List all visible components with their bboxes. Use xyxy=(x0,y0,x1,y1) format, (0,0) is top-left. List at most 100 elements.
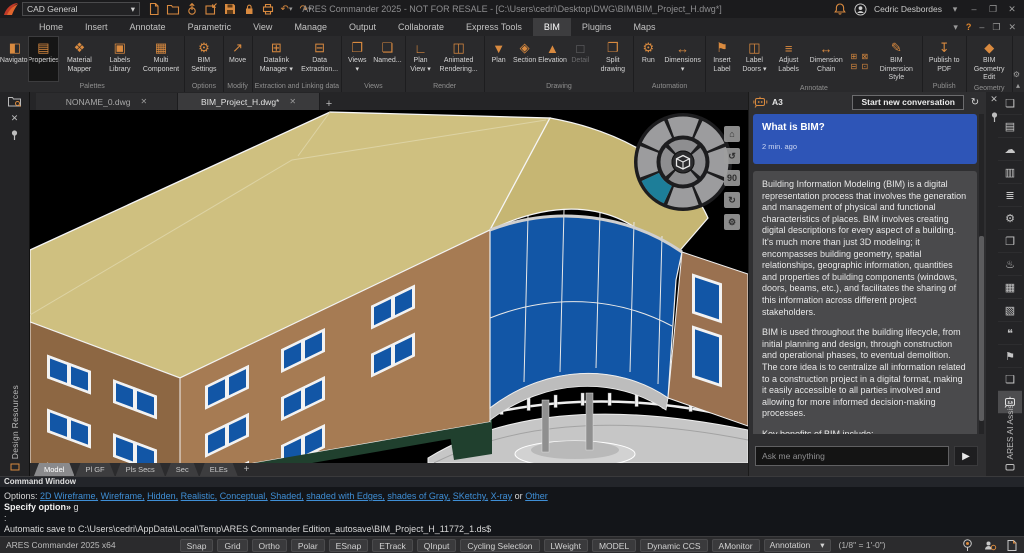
design-resources-tab[interactable]: Design Resources xyxy=(10,385,20,459)
command-window[interactable]: Command Window Options: 2D Wireframe, Wi… xyxy=(0,476,1024,545)
map-pin-icon[interactable]: ⚑ xyxy=(998,345,1022,368)
undo-button[interactable]: ↶ ▾ xyxy=(279,2,294,17)
restore-panel-button[interactable]: ❐ xyxy=(992,22,1000,33)
publish-to-pdf-button[interactable]: ↧ Publish to PDF xyxy=(924,37,965,81)
tab-output[interactable]: Output xyxy=(338,18,387,36)
save-button[interactable] xyxy=(222,2,237,17)
move-button[interactable]: ↗ Move xyxy=(225,37,251,81)
new-document-tab-button[interactable]: + xyxy=(320,98,338,110)
material-mapper-button[interactable]: ❖ Material Mapper xyxy=(58,37,101,81)
option-link[interactable]: Realistic, xyxy=(181,491,218,501)
print-button[interactable] xyxy=(260,2,275,17)
properties-palette-icon[interactable]: ▤ xyxy=(998,115,1022,138)
import-button[interactable] xyxy=(203,2,218,17)
labels-library-button[interactable]: ▣ Labels Library xyxy=(101,37,139,81)
maximize-button[interactable]: ❐ xyxy=(987,4,999,15)
new-file-button[interactable] xyxy=(146,2,161,17)
multi-component-button[interactable]: ▦ Multi Component xyxy=(139,37,184,81)
chevron-down-icon[interactable]: ▾ xyxy=(949,4,961,15)
datalink-manager-button[interactable]: ⊞ Datalink Manager ▾ xyxy=(254,37,299,81)
start-new-conversation-button[interactable]: Start new conversation xyxy=(852,94,964,110)
rotate-cw-button[interactable]: ↻ xyxy=(724,192,740,208)
command-window-title[interactable]: Command Window xyxy=(0,477,1024,487)
spring-icon[interactable]: ♨ xyxy=(998,253,1022,276)
design-resources-panel-icon[interactable] xyxy=(7,95,22,108)
ribbon-settings-gear-icon[interactable]: ⚙ xyxy=(1013,70,1020,79)
close-button[interactable]: ✕ xyxy=(1006,4,1018,15)
scrollbar-thumb[interactable] xyxy=(979,235,984,422)
option-link[interactable]: shades of Gray, xyxy=(387,491,450,501)
label-tool-icon[interactable]: ⊠ xyxy=(860,52,870,61)
materials-icon[interactable]: ▦ xyxy=(998,276,1022,299)
insert-label-button[interactable]: ⚑ Insert Label xyxy=(707,37,737,83)
close-panel-button[interactable]: ✕ xyxy=(1008,22,1016,33)
user-settings-icon[interactable] xyxy=(983,539,997,552)
report-icon[interactable]: ≣ xyxy=(998,184,1022,207)
dimension-chain-button[interactable]: ↔ Dimension Chain xyxy=(806,37,847,83)
comment-icon[interactable]: ❝ xyxy=(998,322,1022,345)
doc-tab-noname[interactable]: NONAME_0.dwg ✕ xyxy=(36,93,178,110)
views-button[interactable]: ❐ Views ▾ xyxy=(343,37,371,81)
animated-rendering-button[interactable]: ◫ Animated Rendering... xyxy=(435,37,483,81)
sheet-tab-model[interactable]: Model xyxy=(34,463,74,476)
notifications-bell-icon[interactable] xyxy=(833,2,847,16)
polar-toggle[interactable]: Polar xyxy=(290,538,325,552)
lweight-toggle[interactable]: LWeight xyxy=(543,538,588,552)
bim-geometry-edit-button[interactable]: ◆ BIM Geometry Edit xyxy=(968,37,1011,83)
option-link-other[interactable]: Other xyxy=(525,491,548,501)
user-name[interactable]: Cedric Desbordes xyxy=(874,4,942,14)
option-link[interactable]: Shaded, xyxy=(270,491,304,501)
tab-collaborate[interactable]: Collaborate xyxy=(387,18,455,36)
cycling-selection-toggle[interactable]: Cycling Selection xyxy=(460,538,540,552)
label-doors-button[interactable]: ◫ Label Doors ▾ xyxy=(737,37,772,83)
dimensions-button[interactable]: ↔ Dimensions ▾ xyxy=(661,37,704,81)
tab-manage[interactable]: Manage xyxy=(283,18,338,36)
close-icon[interactable]: ✕ xyxy=(141,97,148,106)
sheet-tab-pls-secs[interactable]: Pls Secs xyxy=(116,463,165,476)
ribbon-collapse-icon[interactable]: ▾ xyxy=(953,22,958,33)
image-icon[interactable]: ▧ xyxy=(998,299,1022,322)
workspace-selector[interactable]: CAD General ▾ xyxy=(22,2,140,16)
redo-button[interactable]: ↷ ▾ xyxy=(298,2,313,17)
tab-view[interactable]: View xyxy=(242,18,283,36)
conversation-scrollbar[interactable] xyxy=(979,114,984,434)
blank-page-icon[interactable]: ❏ xyxy=(998,368,1022,391)
page-settings-icon[interactable]: ⚙ xyxy=(998,207,1022,230)
geolocation-icon[interactable] xyxy=(961,538,974,552)
new-sheet-icon[interactable] xyxy=(1006,539,1018,552)
view-navigation-wheel[interactable] xyxy=(633,112,733,212)
close-icon[interactable]: ✕ xyxy=(11,113,19,124)
named-views-button[interactable]: ❏ Named... xyxy=(371,37,403,81)
label-tool-icon[interactable]: ⊞ xyxy=(849,52,859,61)
conversation-area[interactable]: What is BIM? 2 min. ago Building Informa… xyxy=(753,114,977,434)
amonitor-toggle[interactable]: AMonitor xyxy=(711,538,760,552)
minimize-button[interactable]: – xyxy=(968,4,980,14)
wheel-settings-button[interactable]: ⚙ xyxy=(724,214,740,230)
send-button[interactable]: ▶ xyxy=(954,446,978,466)
lock-icon[interactable] xyxy=(241,2,256,17)
qinput-toggle[interactable]: QInput xyxy=(416,538,457,552)
option-link[interactable]: Conceptual, xyxy=(220,491,268,501)
tab-insert[interactable]: Insert xyxy=(74,18,119,36)
plan-view-button[interactable]: ∟ Plan View ▾ xyxy=(407,37,435,81)
sheet-tab-pl-gf[interactable]: Pl GF xyxy=(75,463,114,476)
tab-home[interactable]: Home xyxy=(28,18,74,36)
properties-button[interactable]: ▤ Properties xyxy=(27,36,59,82)
close-icon[interactable]: ✕ xyxy=(289,97,296,106)
add-sheet-button[interactable]: + xyxy=(239,463,255,476)
pin-icon[interactable] xyxy=(9,129,20,141)
elevation-button[interactable]: ▲ Elevation xyxy=(538,37,568,81)
esnap-toggle[interactable]: ESnap xyxy=(328,538,369,552)
new-annotation-icon[interactable]: ❏ xyxy=(998,92,1022,115)
ares-ai-assist-tab[interactable]: ARES AI Assist xyxy=(1005,402,1015,460)
model-toggle[interactable]: MODEL xyxy=(591,538,637,552)
ask-me-anything-input[interactable] xyxy=(755,446,949,466)
doc-tab-bim-project[interactable]: BIM_Project_H.dwg* ✕ xyxy=(178,93,320,110)
option-link[interactable]: shaded with Edges, xyxy=(306,491,385,501)
tab-parametric[interactable]: Parametric xyxy=(177,18,243,36)
drawing-viewport[interactable]: ⌂ ↺ 90 ↻ ⚙ xyxy=(30,110,748,463)
dynamic-ccs-toggle[interactable]: Dynamic CCS xyxy=(640,538,708,552)
option-link[interactable]: Wireframe, xyxy=(101,491,145,501)
option-link[interactable]: Hidden, xyxy=(147,491,178,501)
sheet-tab-sec[interactable]: Sec xyxy=(166,463,199,476)
